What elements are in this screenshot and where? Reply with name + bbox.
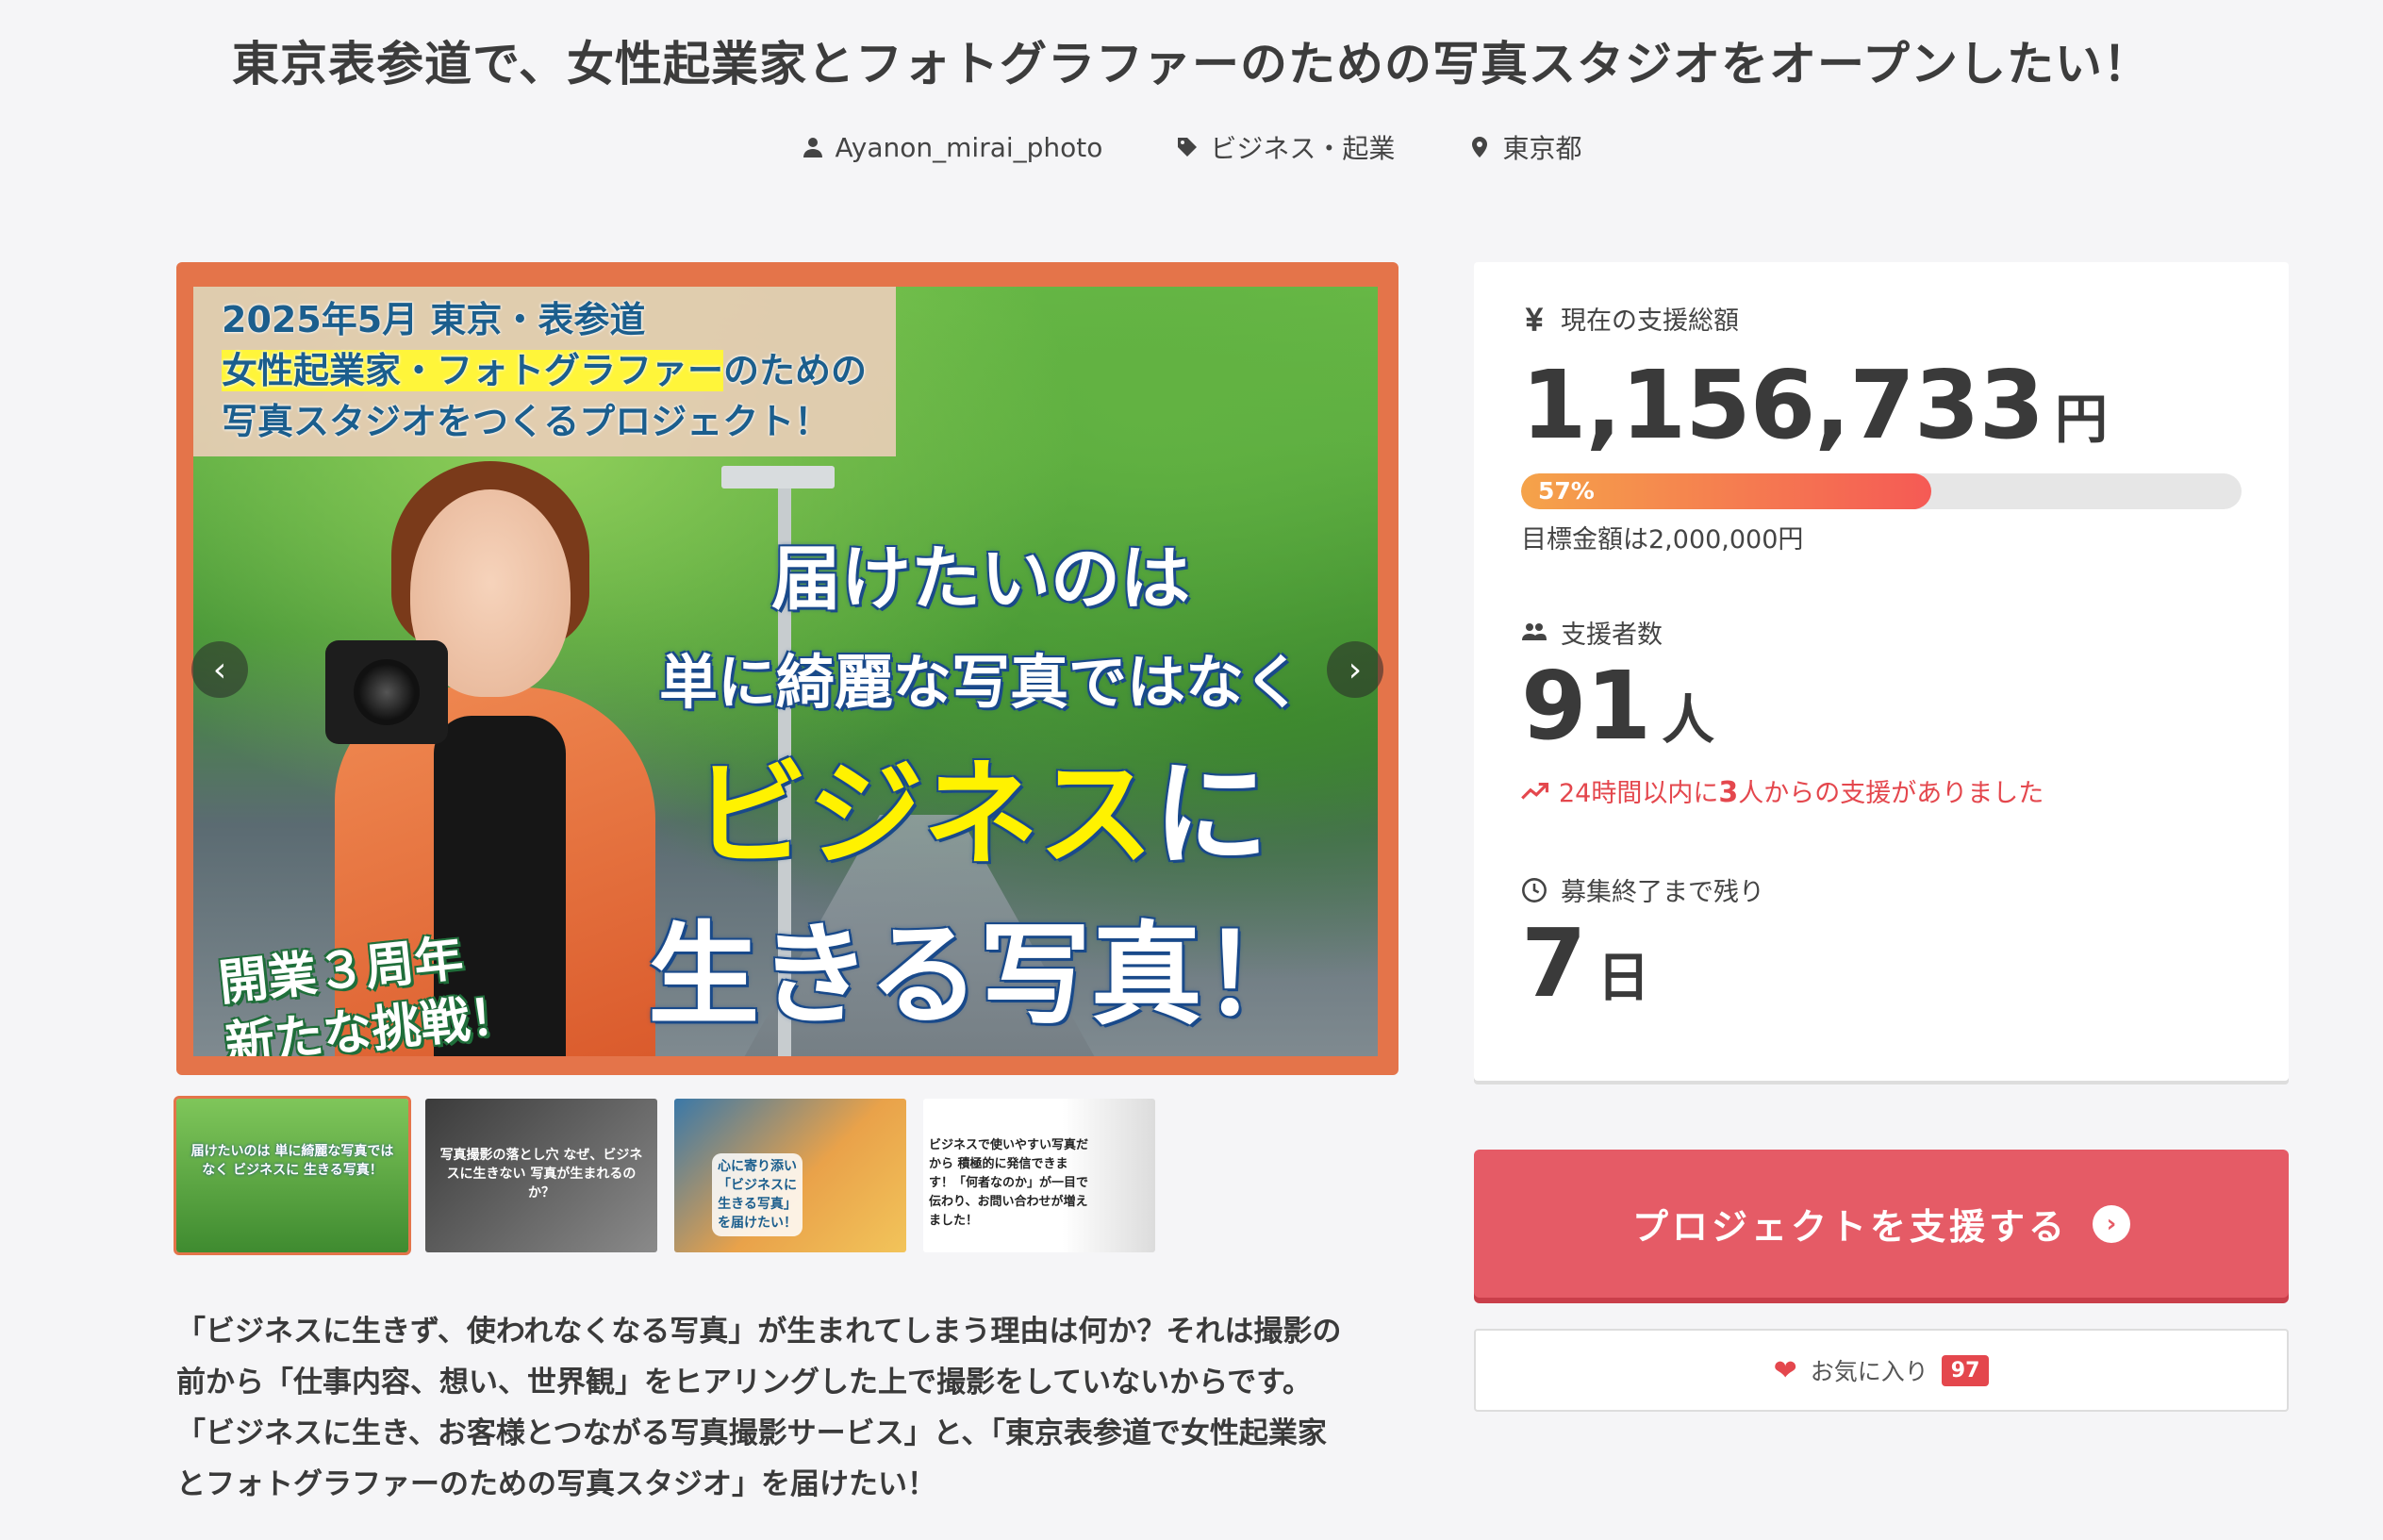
user-icon [803, 138, 822, 157]
support-project-button[interactable]: プロジェクトを支援する › [1474, 1150, 2289, 1298]
tag-icon [1178, 138, 1198, 157]
banner-line-2: 女性起業家・フォトグラファーのための [222, 345, 868, 396]
project-description: 「ビジネスに生きず、使われなくなる写真」が生まれてしまう理由は何か？それは撮影の… [176, 1306, 1402, 1510]
funding-progress-bar: 57% [1521, 473, 2242, 509]
progress-percent: 57% [1538, 477, 1595, 505]
thumbnail-2[interactable]: 写真撮影の落とし穴 なぜ、ビジネスに生きない 写真が生まれるのか？ [425, 1099, 657, 1252]
headline-line-1: 届けたいのは [771, 538, 1190, 620]
arrow-right-icon: › [2093, 1204, 2130, 1243]
remaining-value: 7 [1521, 908, 1587, 1018]
banner-highlight: 女性起業家・フォトグラファー [222, 350, 724, 391]
remaining-label-text: 募集終了まで残り [1561, 878, 1764, 907]
recent-pre: 24時間以内に [1559, 779, 1719, 808]
description-line-3: 「ビジネスに生き、お客様とつながる写真撮影サービス」と、「東京表参道で女性起業家 [176, 1416, 1327, 1450]
recent-post: 人からの支援がありました [1738, 779, 2044, 808]
users-icon [1522, 622, 1547, 640]
category-name: ビジネス・起業 [1210, 133, 1396, 164]
thumbnail-4-text: ビジネスで使いやすい写真だから 積極的に発信できます！「何者なのか」が一目で伝わ… [929, 1138, 1089, 1228]
favorite-button[interactable]: ❤ お気に入り 97 [1474, 1329, 2289, 1412]
remaining-days: 7 日 [1521, 908, 2242, 1018]
funding-panel: 現在の支援総額 1,156,733 円 57% 目標金額は2,000,000円 … [1474, 262, 2289, 1081]
heart-icon: ❤ [1773, 1353, 1797, 1387]
thumbnail-4[interactable]: ビジネスで使いやすい写真だから 積極的に発信できます！「何者なのか」が一目で伝わ… [923, 1099, 1155, 1252]
banner-line-2-rest: のための [723, 350, 868, 391]
remaining-label: 募集終了まで残り [1521, 871, 2242, 908]
headline-ni: に [1153, 748, 1268, 882]
headline-line-4: 生きる写真！ [648, 910, 1314, 1040]
backers-count: 91 人 [1521, 651, 2242, 761]
location-name: 東京都 [1502, 133, 1582, 164]
favorite-label: お気に入り [1810, 1358, 1928, 1385]
thumbnail-3-text: 心に寄り添い「ビジネスに生きる写真」を届けたい！ [712, 1153, 803, 1236]
clock-icon [1522, 877, 1547, 902]
remaining-unit: 日 [1597, 948, 1650, 1009]
description-line-4: とフォトグラファーのための写真スタジオ」を届けたい！ [176, 1467, 936, 1501]
trending-up-icon [1521, 782, 1549, 800]
project-title: 東京表参道で、女性起業家とフォトグラファーのための写真スタジオをオープンしたい！ [232, 37, 2151, 91]
amount-label-text: 現在の支援総額 [1561, 306, 1739, 336]
backers-value: 91 [1521, 651, 1651, 761]
goal-amount: 目標金額は2,000,000円 [1521, 525, 1804, 555]
amount-label: 現在の支援総額 [1521, 300, 2242, 337]
camera-icon [325, 640, 448, 744]
author-name: Ayanon_mirai_photo [835, 131, 1103, 163]
hero-image: 2025年5月 東京・表参道 女性起業家・フォトグラファーのための 写真スタジオ… [176, 262, 1398, 1075]
thumbnail-1-text: 届けたいのは 単に綺麗な写真ではなく ビジネスに 生きる写真！ [190, 1144, 394, 1178]
thumbnail-3[interactable]: 心に寄り添い「ビジネスに生きる写真」を届けたい！ [674, 1099, 906, 1252]
anniversary-text: 開業３周年 新たな挑戦！ [216, 922, 521, 1056]
description-line-2: 前から「仕事内容、想い、世界観」をヒアリングした上で撮影をしていないからです。 [176, 1366, 1313, 1399]
project-meta: Ayanon_mirai_photo ビジネス・起業 東京都 [0, 128, 2383, 166]
location-link[interactable]: 東京都 [1468, 128, 1581, 166]
location-pin-icon [1472, 137, 1488, 157]
hero-banner: 2025年5月 東京・表参道 女性起業家・フォトグラファーのための 写真スタジオ… [193, 287, 896, 456]
support-button-label: プロジェクトを支援する [1631, 1206, 2068, 1248]
thumbnail-2-text: 写真撮影の落とし穴 なぜ、ビジネスに生きない 写真が生まれるのか？ [439, 1148, 643, 1201]
backers-unit: 人 [1662, 690, 1715, 752]
favorite-count-badge: 97 [1941, 1354, 1990, 1386]
headline-line-2: 単に綺麗な写真ではなく [658, 648, 1302, 717]
recent-backers-notice: 24時間以内に3人からの支援がありました [1521, 772, 2242, 809]
hero-photo: 2025年5月 東京・表参道 女性起業家・フォトグラファーのための 写真スタジオ… [193, 287, 1378, 1056]
category-link[interactable]: ビジネス・起業 [1176, 128, 1395, 166]
thumbnail-1[interactable]: 届けたいのは 単に綺麗な写真ではなく ビジネスに 生きる写真！ [174, 1096, 411, 1255]
carousel-prev-button[interactable]: ‹ [191, 641, 248, 698]
street-lamp-head [721, 466, 835, 488]
thumbnail-strip: 届けたいのは 単に綺麗な写真ではなく ビジネスに 生きる写真！ 写真撮影の落とし… [174, 1096, 1155, 1255]
total-amount: 1,156,733 円 [1521, 350, 2242, 460]
amount-unit: 円 [2055, 389, 2109, 451]
headline-business: ビジネス [693, 748, 1153, 882]
carousel-next-button[interactable]: › [1327, 641, 1383, 698]
banner-line-1: 2025年5月 東京・表参道 [222, 299, 646, 340]
headline-line-3: ビジネスに [622, 735, 1339, 895]
project-page: 東京表参道で、女性起業家とフォトグラファーのための写真スタジオをオープンしたい！… [0, 0, 2383, 1540]
banner-line-3: 写真スタジオをつくるプロジェクト！ [222, 401, 831, 442]
author-link[interactable]: Ayanon_mirai_photo [802, 128, 1103, 166]
recent-count: 3 [1718, 776, 1739, 809]
backers-label: 支援者数 [1521, 614, 2242, 651]
hero-headline: 届けたいのは 単に綺麗な写真ではなく ビジネスに 生きる写真！ [622, 527, 1339, 1055]
backers-label-text: 支援者数 [1561, 621, 1663, 650]
description-line-1: 「ビジネスに生きず、使われなくなる写真」が生まれてしまう理由は何か？それは撮影の [176, 1315, 1342, 1349]
amount-value: 1,156,733 [1521, 350, 2044, 460]
yen-icon [1525, 306, 1544, 331]
